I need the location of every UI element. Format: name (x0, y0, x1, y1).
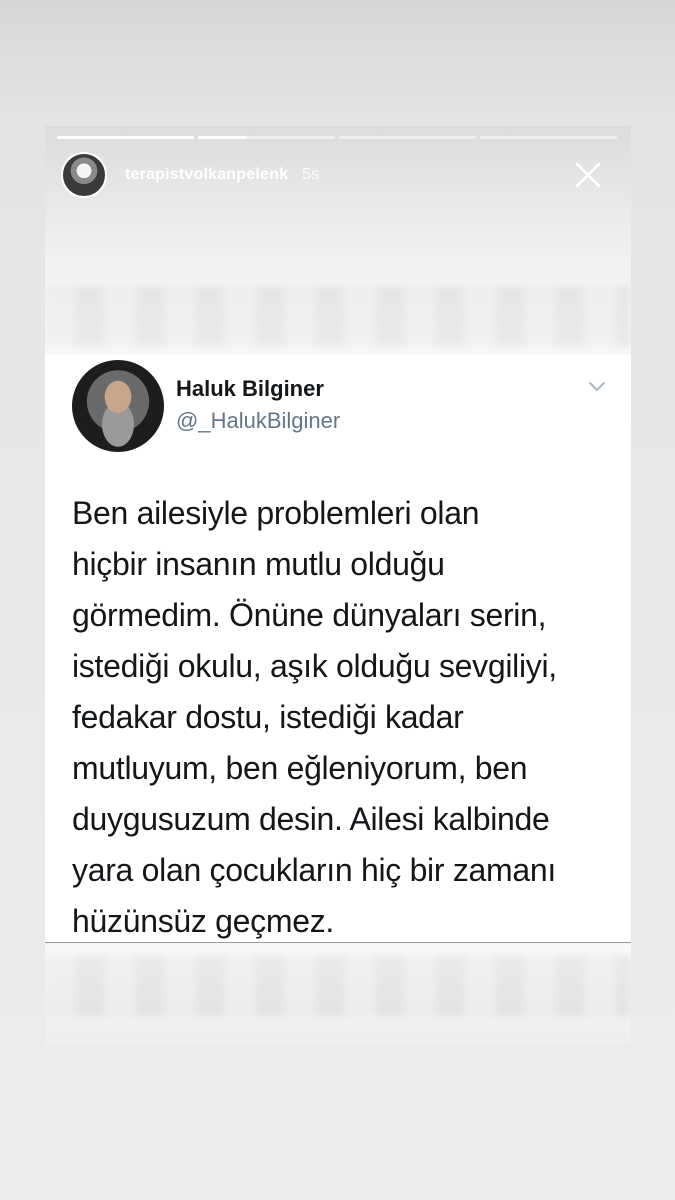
tweet-author-name: Haluk Bilginer (176, 376, 324, 401)
user-avatar[interactable] (61, 152, 107, 198)
tweet-text-line: yara olan çocukların hiç bir zamanı (72, 852, 556, 888)
tweet-text-line: istediği okulu, aşık olduğu sevgiliyi, (72, 648, 557, 684)
tweet-text-line: hiçbir insanın mutlu olduğu (72, 546, 445, 582)
tweet-text-line: mutluyum, ben eğleniyorum, ben (72, 750, 528, 786)
progress-segment (480, 136, 617, 139)
story-progress (57, 136, 619, 139)
tweet-text-line: duygusuzum desin. Ailesi kalbinde (72, 801, 550, 837)
blurred-background (45, 956, 631, 1016)
tweet-avatar[interactable] (72, 360, 164, 452)
progress-segment (57, 136, 194, 139)
story-time: 5s (302, 166, 320, 183)
story-header: terapistvolkanpelenk 5s (61, 152, 617, 198)
tweet-text-line: hüzünsüz geçmez. (72, 903, 335, 939)
tweet-text-line: Ben ailesiyle problemleri olan (72, 495, 480, 531)
tweet-card: Haluk Bilginer @_HalukBilginer Ben ailes… (45, 355, 631, 943)
progress-segment (339, 136, 476, 139)
tweet-text-line: görmedim. Önüne dünyaları serin, (72, 597, 547, 633)
progress-segment (198, 136, 335, 139)
tweet-text: Ben ailesiyle problemleri olan hiçbir in… (72, 488, 612, 947)
chevron-down-icon[interactable] (588, 380, 606, 392)
story-frame: terapistvolkanpelenk 5s Haluk Bilginer @… (45, 126, 631, 1046)
story-username[interactable]: terapistvolkanpelenk (125, 166, 288, 184)
close-icon[interactable] (573, 160, 603, 190)
tweet-author-handle: @_HalukBilginer (176, 408, 341, 433)
tweet-text-line: fedakar dostu, istediği kadar (72, 699, 464, 735)
blurred-background (45, 286, 631, 346)
